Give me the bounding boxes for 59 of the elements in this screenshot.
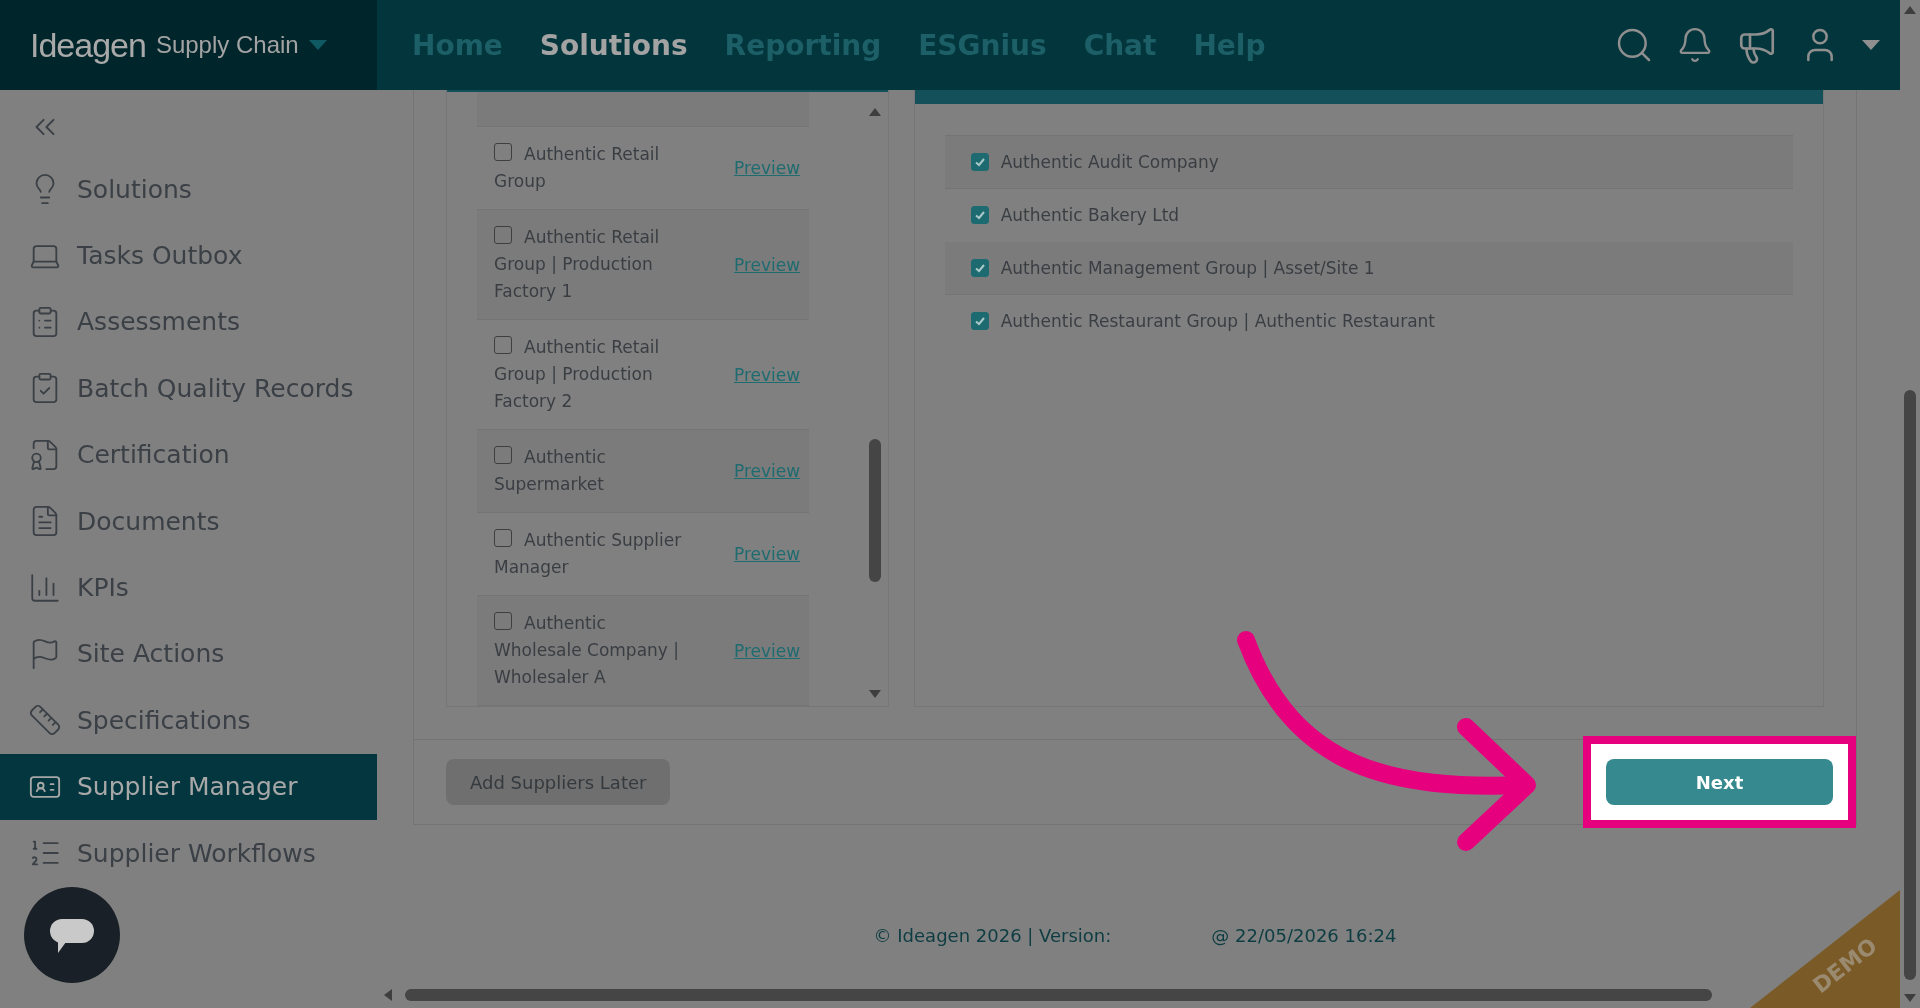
product-switcher[interactable]: Supply Chain <box>155 31 299 59</box>
preview-link[interactable]: Preview <box>734 640 801 661</box>
checkmark-icon <box>973 262 986 274</box>
checkmark-icon <box>973 156 986 168</box>
add-suppliers-later-button[interactable]: Add Suppliers Later <box>446 759 671 805</box>
supplier-name: Authentic Wholesale Company | Wholesaler A <box>494 611 681 689</box>
checkbox[interactable] <box>970 312 989 330</box>
next-button[interactable]: Next <box>1606 759 1833 805</box>
sidebar-item[interactable]: Supplier Manager <box>0 753 377 820</box>
checkbox[interactable] <box>970 206 989 224</box>
scroll-left-icon[interactable] <box>384 989 392 1001</box>
supplier-name: Authentic Audit Company <box>1000 152 1219 172</box>
supplier-name: Authentic Management Group | Asset/Site 1 <box>1000 258 1375 278</box>
scroll-up-icon[interactable] <box>1904 6 1916 14</box>
preview-link[interactable]: Preview <box>734 158 801 178</box>
supplier-name: Authentic Retail Group | Production Factory 1 <box>494 225 661 303</box>
sidebar-item[interactable]: Assessments <box>0 288 377 356</box>
checkbox[interactable] <box>494 612 512 630</box>
checkmark-icon <box>973 315 986 327</box>
logo[interactable]: Ideagen <box>30 25 146 65</box>
sidebar-item[interactable]: Site Actions <box>0 620 377 688</box>
scrollbar-thumb[interactable] <box>868 439 881 582</box>
supplier-name: Authentic Supplier Manager <box>494 528 683 579</box>
nav-tab[interactable]: Solutions <box>539 28 688 62</box>
checkbox[interactable] <box>494 226 512 244</box>
scroll-down-icon[interactable] <box>868 690 881 698</box>
timestamp-text: @ 22/05/2026 16:24 <box>1211 925 1397 946</box>
scrollbar-thumb[interactable] <box>1904 390 1916 980</box>
checkbox[interactable] <box>494 336 512 354</box>
preview-link[interactable]: Preview <box>734 364 801 385</box>
sidebar-item[interactable]: KPIs <box>0 554 377 621</box>
sidebar-item[interactable]: Batch Quality Records <box>0 355 377 422</box>
scroll-down-icon[interactable] <box>1904 994 1916 1002</box>
checkbox[interactable] <box>970 259 989 277</box>
sidebar-item[interactable]: Supplier Workflows <box>0 819 377 887</box>
preview-link[interactable]: Preview <box>734 254 801 275</box>
scroll-up-icon[interactable] <box>868 108 881 116</box>
checkmark-icon <box>973 209 986 221</box>
caret-icon[interactable] <box>1862 40 1880 50</box>
supplier-name: Authentic Retail Group | Production Factory 2 <box>494 335 661 413</box>
checkbox[interactable] <box>494 529 512 547</box>
supplier-name: Authentic Restaurant Group | Authentic Restaurant <box>1000 311 1435 331</box>
preview-link[interactable]: Preview <box>734 461 801 481</box>
caret-icon[interactable] <box>308 40 327 50</box>
sidebar-item[interactable]: Tasks Outbox <box>0 222 377 289</box>
ruler-icon <box>28 703 62 738</box>
supplier-name: Authentic Retail Group <box>494 142 661 193</box>
sidebar-item[interactable]: Specifications <box>0 687 377 754</box>
sidebar-item[interactable]: Documents <box>0 487 377 555</box>
supplier-name: Authentic Bakery Ltd <box>1000 205 1180 225</box>
scrollbar-thumb[interactable] <box>405 989 1712 1001</box>
preview-link[interactable]: Preview <box>734 544 801 564</box>
checkbox[interactable] <box>494 143 512 161</box>
checkbox[interactable] <box>970 153 989 171</box>
sidebar-item[interactable]: Certification <box>0 421 377 488</box>
supplier-name: Authentic Supermarket <box>494 445 607 496</box>
copyright-text: © Ideagen 2026 | Version: <box>873 925 1112 946</box>
sidebar-item[interactable]: Solutions <box>0 156 377 223</box>
checkbox[interactable] <box>494 446 512 464</box>
